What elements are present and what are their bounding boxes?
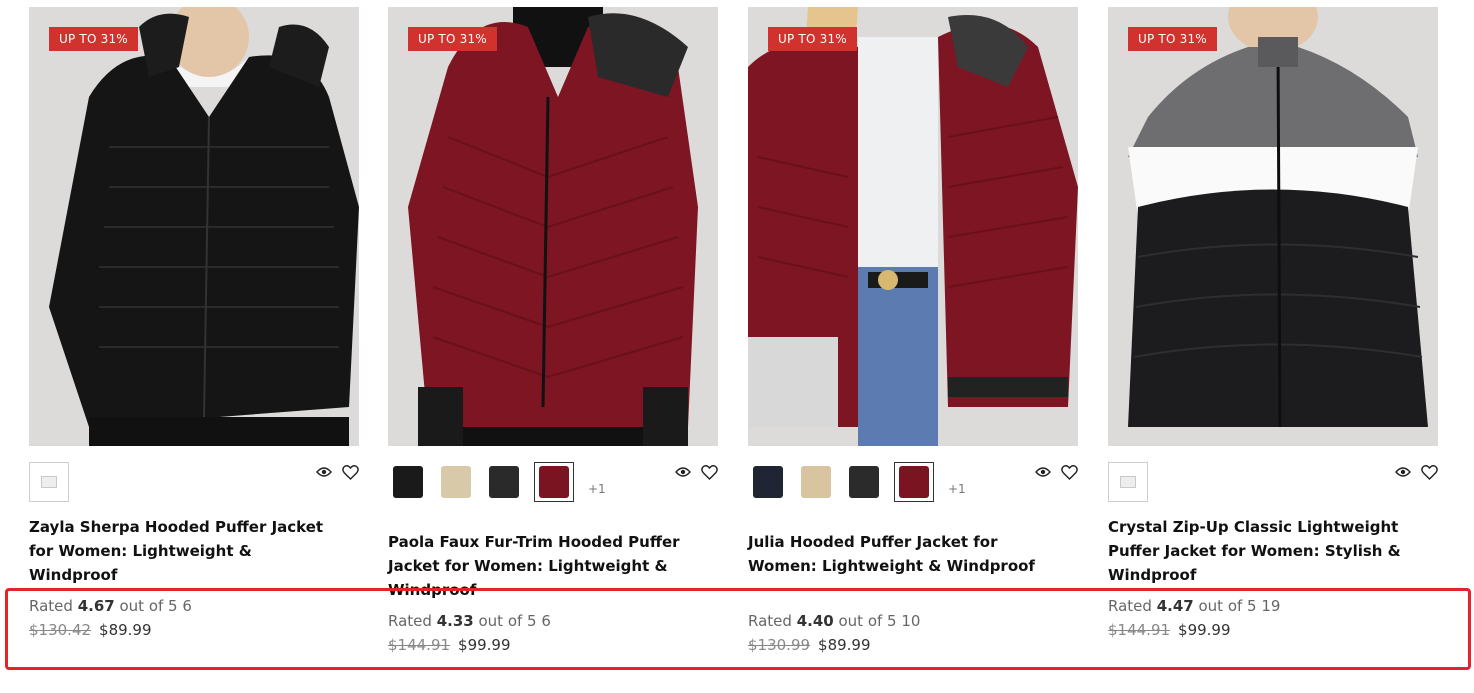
card-actions <box>315 463 359 481</box>
swatch-charcoal[interactable] <box>486 464 522 500</box>
product-title[interactable]: Zayla Sherpa Hooded Puffer Jacket for Wo… <box>29 515 329 587</box>
color-swatches <box>1108 462 1160 502</box>
heart-icon[interactable] <box>1420 463 1438 481</box>
color-swatches: +1 <box>390 462 606 502</box>
more-swatches[interactable]: +1 <box>588 482 606 496</box>
highlight-box <box>5 588 1471 670</box>
card-actions <box>1394 463 1438 481</box>
eye-icon[interactable] <box>315 463 333 481</box>
product-title[interactable]: Julia Hooded Puffer Jacket for Women: Li… <box>748 530 1048 578</box>
heart-icon[interactable] <box>700 463 718 481</box>
jacket-image-colorblock <box>1128 7 1428 428</box>
eye-icon[interactable] <box>1394 463 1412 481</box>
eye-icon[interactable] <box>674 463 692 481</box>
swatch-burgundy[interactable] <box>894 462 934 502</box>
swatch-beige[interactable] <box>438 464 474 500</box>
jacket-image-black <box>49 7 359 446</box>
swatch-black[interactable] <box>390 464 426 500</box>
product-image[interactable]: UP TO 31% <box>388 7 718 446</box>
product-title[interactable]: Crystal Zip-Up Classic Lightweight Puffe… <box>1108 515 1408 587</box>
discount-badge: UP TO 31% <box>768 27 857 51</box>
image-placeholder-icon <box>1120 476 1136 488</box>
swatch-navy[interactable] <box>750 464 786 500</box>
swatch-beige[interactable] <box>798 464 834 500</box>
color-swatches <box>29 462 81 502</box>
jacket-image-burgundy <box>408 7 698 446</box>
card-actions <box>674 463 718 481</box>
color-swatches: +1 <box>750 462 966 502</box>
product-image[interactable]: UP TO 31% <box>1108 7 1438 446</box>
jacket-image-burgundy-hooded <box>748 7 1078 446</box>
swatch-burgundy[interactable] <box>534 462 574 502</box>
more-swatches[interactable]: +1 <box>948 482 966 496</box>
eye-icon[interactable] <box>1034 463 1052 481</box>
discount-badge: UP TO 31% <box>408 27 497 51</box>
product-image[interactable]: UP TO 31% <box>29 7 359 446</box>
heart-icon[interactable] <box>341 463 359 481</box>
product-image[interactable]: UP TO 31% <box>748 7 1078 446</box>
heart-icon[interactable] <box>1060 463 1078 481</box>
image-placeholder-icon <box>41 476 57 488</box>
discount-badge: UP TO 31% <box>1128 27 1217 51</box>
card-actions <box>1034 463 1078 481</box>
swatch-charcoal[interactable] <box>846 464 882 500</box>
swatch-placeholder[interactable] <box>29 462 69 502</box>
discount-badge: UP TO 31% <box>49 27 138 51</box>
swatch-placeholder[interactable] <box>1108 462 1148 502</box>
